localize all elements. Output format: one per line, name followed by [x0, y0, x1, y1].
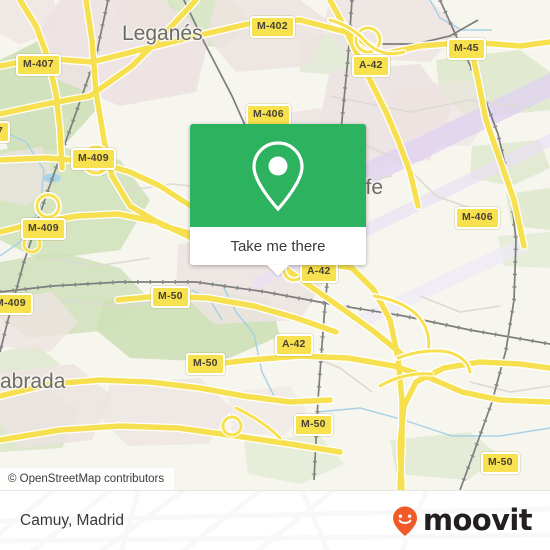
- road-shield-m-402[interactable]: M-402: [250, 16, 295, 38]
- place-name: Camuy, Madrid: [20, 511, 124, 529]
- location-popup-card[interactable]: Take me there: [190, 124, 366, 276]
- road-shield-m-406-1[interactable]: M-406: [246, 104, 291, 126]
- moovit-pin-smile-icon: [392, 506, 417, 536]
- road-shield-m-409-2[interactable]: M-409: [21, 218, 66, 240]
- road-shield-a-42-3[interactable]: A-42: [275, 334, 313, 356]
- map-screen: Leganés tafe abrada M-402 M-45 A-42 M-40…: [0, 0, 550, 550]
- osm-attribution[interactable]: © OpenStreetMap contributors: [0, 468, 175, 490]
- road-shield-a-42-1[interactable]: A-42: [352, 55, 390, 77]
- road-shield-m-45[interactable]: M-45: [447, 38, 486, 60]
- bottom-bar: Camuy, Madrid moovit: [0, 490, 550, 550]
- road-shield-m-50-2[interactable]: M-50: [186, 353, 225, 375]
- road-shield-m-50-1[interactable]: M-50: [151, 286, 190, 308]
- take-me-there-button[interactable]: Take me there: [190, 227, 366, 276]
- place-label-leganes: Leganés: [122, 22, 203, 45]
- osm-attribution-text: © OpenStreetMap contributors: [8, 473, 165, 485]
- moovit-logo[interactable]: moovit: [388, 503, 533, 538]
- take-me-there-label: Take me there: [230, 237, 326, 255]
- road-shield-m-409-1[interactable]: M-409: [71, 148, 116, 170]
- map-canvas[interactable]: Leganés tafe abrada M-402 M-45 A-42 M-40…: [0, 0, 550, 490]
- road-shield-m-409-3[interactable]: M-409: [0, 293, 33, 315]
- road-shield-m-407[interactable]: M-407: [16, 54, 61, 76]
- place-label-fuenlabrada: abrada: [0, 370, 66, 393]
- road-shield-m-406-2[interactable]: M-406: [455, 207, 500, 229]
- road-shield-m-50-4[interactable]: M-50: [481, 452, 520, 474]
- road-shield-m-50-3[interactable]: M-50: [294, 414, 333, 436]
- moovit-wordmark: moovit: [422, 503, 533, 537]
- popup-pointer-tail: [267, 265, 289, 276]
- map-pin-icon: [252, 140, 304, 211]
- road-shield-partial-7[interactable]: 7: [0, 121, 11, 143]
- popup-header: [190, 124, 366, 227]
